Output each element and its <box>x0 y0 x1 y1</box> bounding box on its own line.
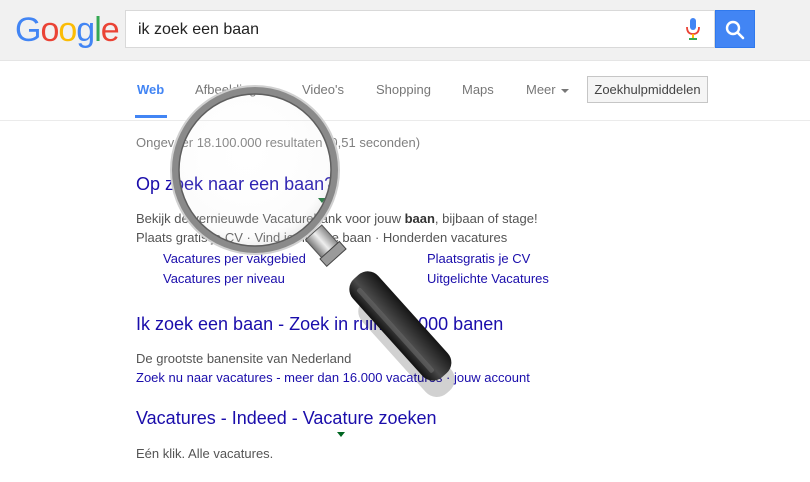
result-title[interactable]: Ik zoek een baan - Zoek in ruim 17.000 b… <box>136 314 503 335</box>
result-stats: Ongeveer 18.100.000 resultaten (0,51 sec… <box>136 135 421 150</box>
result-sublink[interactable]: Zoek nu naar vacatures - meer dan 16.000… <box>136 370 530 385</box>
tab-more-label: Meer <box>526 82 556 97</box>
logo-letter: g <box>76 11 95 49</box>
search-button[interactable] <box>715 10 755 48</box>
sitelink[interactable]: Vacatures per niveau <box>163 271 285 286</box>
sitelink[interactable]: Uitgelichte Vacatures <box>427 271 549 286</box>
active-tab-indicator <box>135 115 167 118</box>
result-snippet: Eén klik. Alle vacatures. <box>136 446 274 461</box>
result-title[interactable]: Op zoek naar een baan? <box>136 174 334 195</box>
logo-letter: o <box>40 11 59 49</box>
dropdown-arrow-icon <box>561 88 570 93</box>
search-icon <box>725 20 745 40</box>
result-snippet: De grootste banensite van Nederland <box>136 351 352 366</box>
tab-shopping[interactable]: Shopping <box>376 82 431 97</box>
sitelink[interactable]: Vacatures per vakgebied <box>163 251 306 266</box>
tab-more[interactable]: Meer <box>526 82 570 97</box>
tab-web[interactable]: Web <box>137 82 164 97</box>
tab-maps[interactable]: Maps <box>462 82 494 97</box>
search-tools-button[interactable]: Zoekhulpmiddelen <box>587 76 708 103</box>
tab-images[interactable]: Afbeeldingen <box>195 82 271 97</box>
snippet-text: , bijbaan of stage! <box>434 211 538 226</box>
result-snippet-line: Plaats gratis je CV · Vind je nieuwe baa… <box>136 230 508 245</box>
result-title[interactable]: Vacatures - Indeed - Vacature zoeken <box>136 408 437 429</box>
result-snippet: Bekijk de vernieuwde Vacaturebank voor j… <box>136 211 538 226</box>
google-logo[interactable]: Google <box>15 11 120 49</box>
search-box <box>125 10 715 48</box>
result-url-dropdown-icon[interactable] <box>318 198 326 203</box>
sitelink[interactable]: Plaatsgratis je CV <box>427 251 530 266</box>
logo-letter: e <box>100 11 120 49</box>
logo-letter: G <box>15 11 41 49</box>
result-url-dropdown-icon[interactable] <box>337 432 345 437</box>
search-input[interactable] <box>136 17 680 43</box>
header-bar: Google <box>0 0 810 61</box>
tab-videos[interactable]: Video's <box>302 82 344 97</box>
microphone-icon[interactable] <box>685 17 701 41</box>
snippet-keyword: baan <box>404 211 435 226</box>
logo-letter: o <box>58 11 77 49</box>
snippet-text: Bekijk de vernieuwde Vacaturebank voor j… <box>136 211 405 226</box>
